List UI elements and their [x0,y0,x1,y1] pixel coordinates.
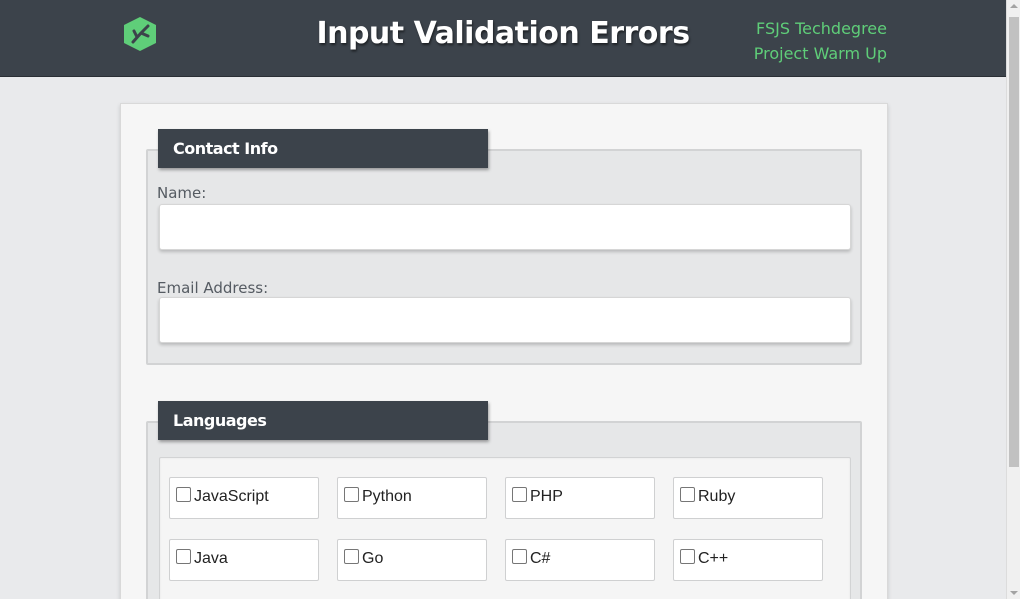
go-checkbox[interactable] [344,549,359,564]
cpp-checkbox[interactable] [680,549,695,564]
languages-legend: Languages [158,401,488,440]
name-input[interactable] [159,204,851,250]
name-label: Name: [157,184,207,202]
language-option-php[interactable]: PHP [505,477,655,519]
language-label: PHP [530,488,563,505]
languages-panel: JavaScript Python PHP Ruby Java Go C# C+… [159,457,851,599]
language-option-python[interactable]: Python [337,477,487,519]
ruby-checkbox[interactable] [680,487,695,502]
javascript-checkbox[interactable] [176,487,191,502]
header-subtitle: FSJS Techdegree Project Warm Up [754,16,887,66]
csharp-checkbox[interactable] [512,549,527,564]
language-option-javascript[interactable]: JavaScript [169,477,319,519]
language-option-java[interactable]: Java [169,539,319,581]
scroll-up-arrow-icon[interactable] [1010,4,1018,8]
scroll-thumb[interactable] [1009,17,1019,467]
subtitle-line-1: FSJS Techdegree [756,19,887,38]
language-label: C++ [698,550,729,567]
java-checkbox[interactable] [176,549,191,564]
language-label: Go [362,550,384,567]
page-header: Input Validation Errors FSJS Techdegree … [0,0,1006,77]
vertical-scrollbar[interactable] [1006,0,1020,599]
language-option-go[interactable]: Go [337,539,487,581]
language-option-cpp[interactable]: C++ [673,539,823,581]
form-card: Contact Info Name: Email Address: Langua… [120,103,888,599]
email-label: Email Address: [157,279,269,297]
php-checkbox[interactable] [512,487,527,502]
language-option-csharp[interactable]: C# [505,539,655,581]
language-label: Python [362,488,412,505]
subtitle-line-2: Project Warm Up [753,44,887,63]
email-input[interactable] [159,297,851,343]
scroll-down-arrow-icon[interactable] [1010,591,1018,595]
language-label: C# [530,550,551,567]
python-checkbox[interactable] [344,487,359,502]
language-label: Ruby [698,488,736,505]
language-option-ruby[interactable]: Ruby [673,477,823,519]
language-label: Java [194,550,228,567]
contact-info-legend: Contact Info [158,129,488,168]
language-label: JavaScript [194,488,269,505]
